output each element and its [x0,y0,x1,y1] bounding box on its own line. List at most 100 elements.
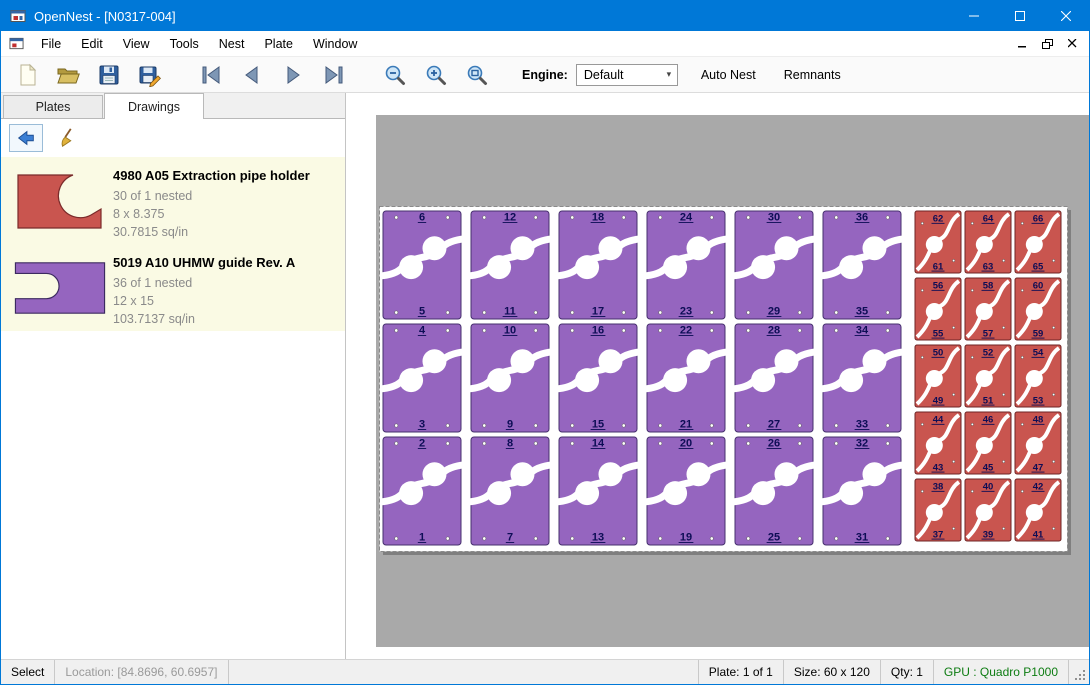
new-button[interactable] [12,60,42,90]
drawing-item[interactable]: 5019 A10 UHMW guide Rev. A 36 of 1 neste… [1,244,345,331]
next-plate-button[interactable] [278,60,308,90]
red-part-pair[interactable]: 4039 [965,479,1011,541]
svg-text:50: 50 [933,348,944,359]
purple-part-pair[interactable]: 3029 [734,211,814,319]
purple-part-pair[interactable]: 2019 [646,437,726,545]
drawing-meta: 4980 A05 Extraction pipe holder 30 of 1 … [113,165,339,236]
red-part-pair[interactable]: 6463 [965,211,1011,273]
mdi-restore-button[interactable] [1036,34,1058,54]
red-part-pair[interactable]: 5453 [1015,345,1061,407]
last-plate-icon [322,63,346,87]
svg-text:28: 28 [768,325,780,337]
remnants-button[interactable]: Remnants [779,64,846,86]
engine-value: Default [584,68,624,82]
title-bar: OpenNest - [N0317-004] [1,1,1089,31]
status-spacer [229,660,698,684]
tab-plates[interactable]: Plates [3,95,103,118]
svg-text:48: 48 [1033,415,1044,426]
red-part-pair[interactable]: 4847 [1015,412,1061,474]
close-button[interactable] [1043,1,1089,31]
first-plate-button[interactable] [196,60,226,90]
menu-tools[interactable]: Tools [160,31,209,56]
red-part-pair[interactable]: 3837 [915,479,961,541]
menu-plate[interactable]: Plate [254,31,303,56]
menu-bar: File Edit View Tools Nest Plate Window [1,31,1089,57]
purple-part-pair[interactable]: 65 [382,211,462,319]
red-part-pair[interactable]: 6665 [1015,211,1061,273]
zoom-out-button[interactable] [380,60,410,90]
purple-part-pair[interactable]: 2221 [646,324,726,432]
last-plate-button[interactable] [319,60,349,90]
mdi-close-button[interactable] [1061,34,1083,54]
drawing-nested-count: 36 of 1 nested [113,274,339,292]
purple-part-pair[interactable]: 109 [470,324,550,432]
red-part-pair[interactable]: 4443 [915,412,961,474]
svg-text:16: 16 [592,325,604,337]
purple-part-pair[interactable]: 1211 [470,211,550,319]
maximize-button[interactable] [997,1,1043,31]
next-plate-icon [281,63,305,87]
menu-window[interactable]: Window [303,31,367,56]
purple-part-pair[interactable]: 2827 [734,324,814,432]
purple-part-pair[interactable]: 3433 [822,324,902,432]
red-part-pair[interactable]: 4645 [965,412,1011,474]
engine-select[interactable]: Default ▾ [576,64,678,86]
red-part-pair[interactable]: 6261 [915,211,961,273]
previous-plate-button[interactable] [237,60,267,90]
menu-nest[interactable]: Nest [209,31,255,56]
close-icon [1061,11,1071,21]
red-part-pair[interactable]: 5857 [965,278,1011,340]
save-as-button[interactable] [135,60,165,90]
zoom-in-button[interactable] [421,60,451,90]
purple-part-pair[interactable]: 2625 [734,437,814,545]
svg-text:14: 14 [592,438,605,450]
menu-edit[interactable]: Edit [71,31,113,56]
drawing-list: 4980 A05 Extraction pipe holder 30 of 1 … [1,157,345,659]
purple-part-pair[interactable]: 1413 [558,437,638,545]
tab-drawings[interactable]: Drawings [104,93,204,119]
nest-plate[interactable]: 6512111817242330293635431091615222128273… [379,206,1074,558]
purple-part-pair[interactable]: 3635 [822,211,902,319]
drawing-thumbnail [7,165,113,236]
minimize-button[interactable] [951,1,997,31]
svg-text:2: 2 [419,438,425,450]
purple-part-pair[interactable]: 21 [382,437,462,545]
nest-canvas[interactable]: 6512111817242330293635431091615222128273… [346,93,1089,659]
mdi-restore-icon [1042,39,1053,49]
svg-text:46: 46 [983,415,994,426]
purple-part-pair[interactable]: 1817 [558,211,638,319]
zoom-out-icon [383,63,407,87]
purple-part-pair[interactable]: 2423 [646,211,726,319]
mdi-close-icon [1068,39,1077,48]
left-panel: Plates Drawings 4980 A05 Extraction pip [1,93,346,659]
save-as-icon [138,63,162,87]
uhmw-guide-shape [11,257,109,319]
purple-part-pair[interactable]: 87 [470,437,550,545]
auto-nest-button[interactable]: Auto Nest [696,64,761,86]
svg-text:4: 4 [419,325,426,337]
save-button[interactable] [94,60,124,90]
zoom-fit-button[interactable] [462,60,492,90]
open-button[interactable] [53,60,83,90]
purple-part-pair[interactable]: 1615 [558,324,638,432]
purple-part-pair[interactable]: 3231 [822,437,902,545]
import-drawing-button[interactable] [9,124,43,152]
menu-file[interactable]: File [31,31,71,56]
svg-text:18: 18 [592,212,604,224]
drawing-item[interactable]: 4980 A05 Extraction pipe holder 30 of 1 … [1,157,345,244]
menu-view[interactable]: View [113,31,160,56]
mdi-minimize-button[interactable] [1011,34,1033,54]
mdi-document-icon [9,36,24,51]
clear-drawings-button[interactable] [51,124,85,152]
red-part-pair[interactable]: 5049 [915,345,961,407]
red-part-pair[interactable]: 5251 [965,345,1011,407]
canvas-viewport[interactable]: 6512111817242330293635431091615222128273… [376,115,1089,647]
red-part-pair[interactable]: 6059 [1015,278,1061,340]
purple-part-pair[interactable]: 43 [382,324,462,432]
resize-grip[interactable] [1069,660,1089,684]
save-icon [97,63,121,87]
svg-text:15: 15 [592,419,604,431]
red-part-pair[interactable]: 5655 [915,278,961,340]
red-part-pair[interactable]: 4241 [1015,479,1061,541]
svg-text:22: 22 [680,325,692,337]
